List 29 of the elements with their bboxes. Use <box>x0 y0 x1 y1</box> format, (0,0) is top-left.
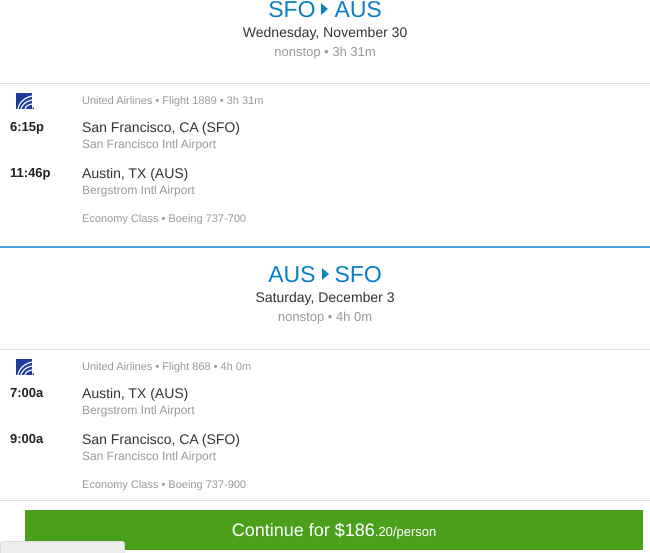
airline-logo-icon <box>16 358 34 376</box>
flight-info: United Airlines • Flight 868 • 4h 0m <box>82 360 252 374</box>
flight-date: Saturday, December 3 <box>254 288 396 307</box>
stop-city: Austin, TX (AUS) <box>82 164 190 182</box>
stop-time: 11:46p <box>10 164 52 182</box>
caret-icon <box>321 3 328 15</box>
airport-name: Bergstrom Intl Airport <box>82 182 195 198</box>
destination-code: SFO <box>334 261 382 287</box>
destination-code: AUS <box>334 0 382 22</box>
origin-code: AUS <box>268 261 316 287</box>
stop-time: 7:00a <box>10 384 44 402</box>
airline-logo-icon <box>16 92 34 110</box>
flight-summary: nonstop • 3h 31m <box>273 43 377 61</box>
airport-name: San Francisco Intl Airport <box>82 448 218 464</box>
stop-city: Austin, TX (AUS) <box>82 384 190 402</box>
flight-date: Wednesday, November 30 <box>242 23 408 42</box>
cabin-details: Economy Class • Boeing 737-900 <box>82 478 248 492</box>
caret-icon <box>322 268 328 280</box>
stop-time: 9:00a <box>10 430 44 448</box>
airport-name: San Francisco Intl Airport <box>82 136 218 152</box>
airport-name: Bergstrom Intl Airport <box>82 402 195 418</box>
stop-city: San Francisco, CA (SFO) <box>82 430 240 448</box>
flight-info: United Airlines • Flight 1889 • 3h 31m <box>82 94 264 108</box>
cabin-details: Economy Class • Boeing 737-700 <box>82 212 248 226</box>
stop-time: 6:15p <box>10 118 45 136</box>
flight-summary: nonstop • 4h 0m <box>276 308 374 326</box>
continue-button[interactable]: Continue for $186.20/person <box>25 510 643 550</box>
stop-city: San Francisco, CA (SFO) <box>82 118 240 136</box>
origin-code: SFO <box>268 0 316 22</box>
